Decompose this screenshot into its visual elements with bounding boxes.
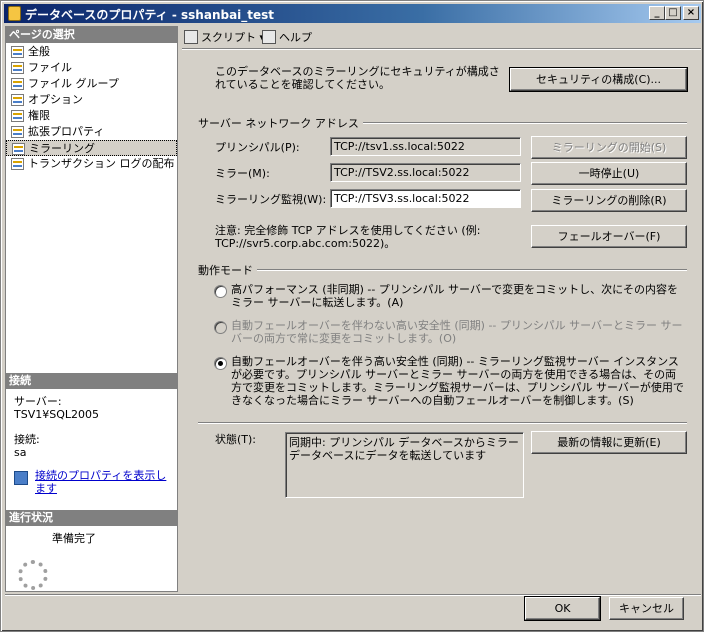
- network-group-label: サーバー ネットワーク アドレス: [198, 115, 363, 131]
- witness-label: ミラーリング監視(W):: [215, 193, 327, 206]
- server-label: サーバー:: [14, 395, 62, 408]
- view-connection-properties-link[interactable]: 接続のプロパティを表示します: [35, 469, 175, 495]
- page-icon: [12, 143, 25, 155]
- title-bar[interactable]: データベースのプロパティ - sshanbai_test _ □ ×: [4, 4, 701, 23]
- nav-item-files[interactable]: ファイル: [6, 60, 177, 76]
- left-pane: ページの選択 全般 ファイル ファイル グループ オプション 権限 拡張プロパテ…: [5, 26, 178, 592]
- nav-item-mirroring[interactable]: ミラーリング: [6, 140, 177, 156]
- cancel-button[interactable]: キャンセル: [609, 597, 684, 620]
- nav-item-filegroups[interactable]: ファイル グループ: [6, 76, 177, 92]
- progress-status: 準備完了: [52, 532, 96, 545]
- database-properties-window: データベースのプロパティ - sshanbai_test _ □ × ページの選…: [0, 0, 704, 632]
- connection-header: 接続: [6, 373, 177, 389]
- page-icon: [11, 78, 24, 90]
- principal-address-field[interactable]: TCP://tsv1.ss.local:5022: [330, 137, 521, 156]
- remove-mirroring-button[interactable]: ミラーリングの削除(R): [531, 189, 687, 212]
- mode-group-label: 動作モード: [198, 262, 257, 278]
- page-icon: [11, 158, 24, 170]
- status-label: 状態(T):: [215, 433, 257, 446]
- principal-label: プリンシパル(P):: [215, 141, 300, 154]
- server-value: TSV1¥SQL2005: [14, 408, 99, 421]
- connection-label: 接続:: [14, 433, 40, 446]
- start-mirroring-button[interactable]: ミラーリングの開始(S): [531, 136, 687, 159]
- page-icon: [11, 62, 24, 74]
- help-button[interactable]: ヘルプ: [262, 29, 312, 45]
- ok-button[interactable]: OK: [524, 596, 601, 621]
- toolbar-separator: [182, 48, 701, 49]
- high-safety-failover-radio[interactable]: [214, 357, 227, 370]
- page-icon: [11, 94, 24, 106]
- script-menu-button[interactable]: スクリプト ▾: [184, 29, 265, 45]
- mirroring-page: このデータベースのミラーリングにセキュリティが構成されていることを確認してくださ…: [182, 51, 701, 592]
- page-icon: [11, 110, 24, 122]
- status-text-box[interactable]: 同期中: プリンシパル データベースからミラー データベースにデータを転送してい…: [285, 432, 524, 498]
- security-note: このデータベースのミラーリングにセキュリティが構成されていることを確認してくださ…: [215, 65, 500, 91]
- mirror-address-field[interactable]: TCP://TSV2.ss.local:5022: [330, 163, 521, 182]
- high-safety-no-failover-radio[interactable]: [214, 321, 227, 334]
- high-safety-failover-label: 自動フェールオーバーを伴う高い安全性 (同期) -- ミラーリング監視サーバー …: [231, 355, 684, 407]
- address-note: 注意: 完全修飾 TCP アドレスを使用してください (例: TCP://svr…: [215, 224, 481, 250]
- footer-separator: [5, 594, 701, 596]
- database-icon: [8, 6, 21, 21]
- minimize-button[interactable]: _: [649, 6, 665, 20]
- page-icon: [11, 46, 24, 58]
- script-icon: [184, 30, 198, 44]
- window-title: データベースのプロパティ - sshanbai_test: [25, 8, 275, 22]
- nav-item-options[interactable]: オプション: [6, 92, 177, 108]
- mode-group-rule: [252, 269, 687, 271]
- close-button[interactable]: ×: [683, 6, 699, 20]
- page-icon: [11, 126, 24, 138]
- high-performance-label: 高パフォーマンス (非同期) -- プリンシパル サーバーで変更をコミットし、次…: [231, 283, 678, 309]
- progress-spinner-icon: [18, 560, 48, 590]
- nav-item-general[interactable]: 全般: [6, 44, 177, 60]
- page-nav-list: 全般 ファイル ファイル グループ オプション 権限 拡張プロパティ ミラーリン…: [6, 44, 177, 172]
- witness-address-field[interactable]: TCP://TSV3.ss.local:5022: [330, 189, 521, 208]
- failover-button[interactable]: フェールオーバー(F): [531, 225, 687, 248]
- mirror-label: ミラー(M):: [215, 167, 270, 180]
- nav-item-log-shipping[interactable]: トランザクション ログの配布: [6, 156, 177, 172]
- high-safety-no-failover-label: 自動フェールオーバーを伴わない高い安全性 (同期) -- プリンシパル サーバー…: [231, 319, 683, 345]
- connection-properties-icon: [14, 471, 28, 485]
- pause-button[interactable]: 一時停止(U): [531, 162, 687, 185]
- connection-value: sa: [14, 446, 27, 459]
- nav-item-extended-properties[interactable]: 拡張プロパティ: [6, 124, 177, 140]
- status-rule: [198, 422, 687, 424]
- toolbar: スクリプト ▾ ヘルプ: [182, 26, 701, 48]
- configure-security-button[interactable]: セキュリティの構成(C)...: [509, 67, 688, 92]
- nav-item-permissions[interactable]: 権限: [6, 108, 177, 124]
- high-performance-radio[interactable]: [214, 285, 227, 298]
- maximize-button[interactable]: □: [665, 6, 681, 20]
- network-group-rule: [332, 122, 687, 124]
- help-icon: [262, 30, 276, 44]
- page-select-header: ページの選択: [6, 27, 177, 43]
- progress-header: 進行状況: [6, 510, 177, 526]
- refresh-button[interactable]: 最新の情報に更新(E): [531, 431, 687, 454]
